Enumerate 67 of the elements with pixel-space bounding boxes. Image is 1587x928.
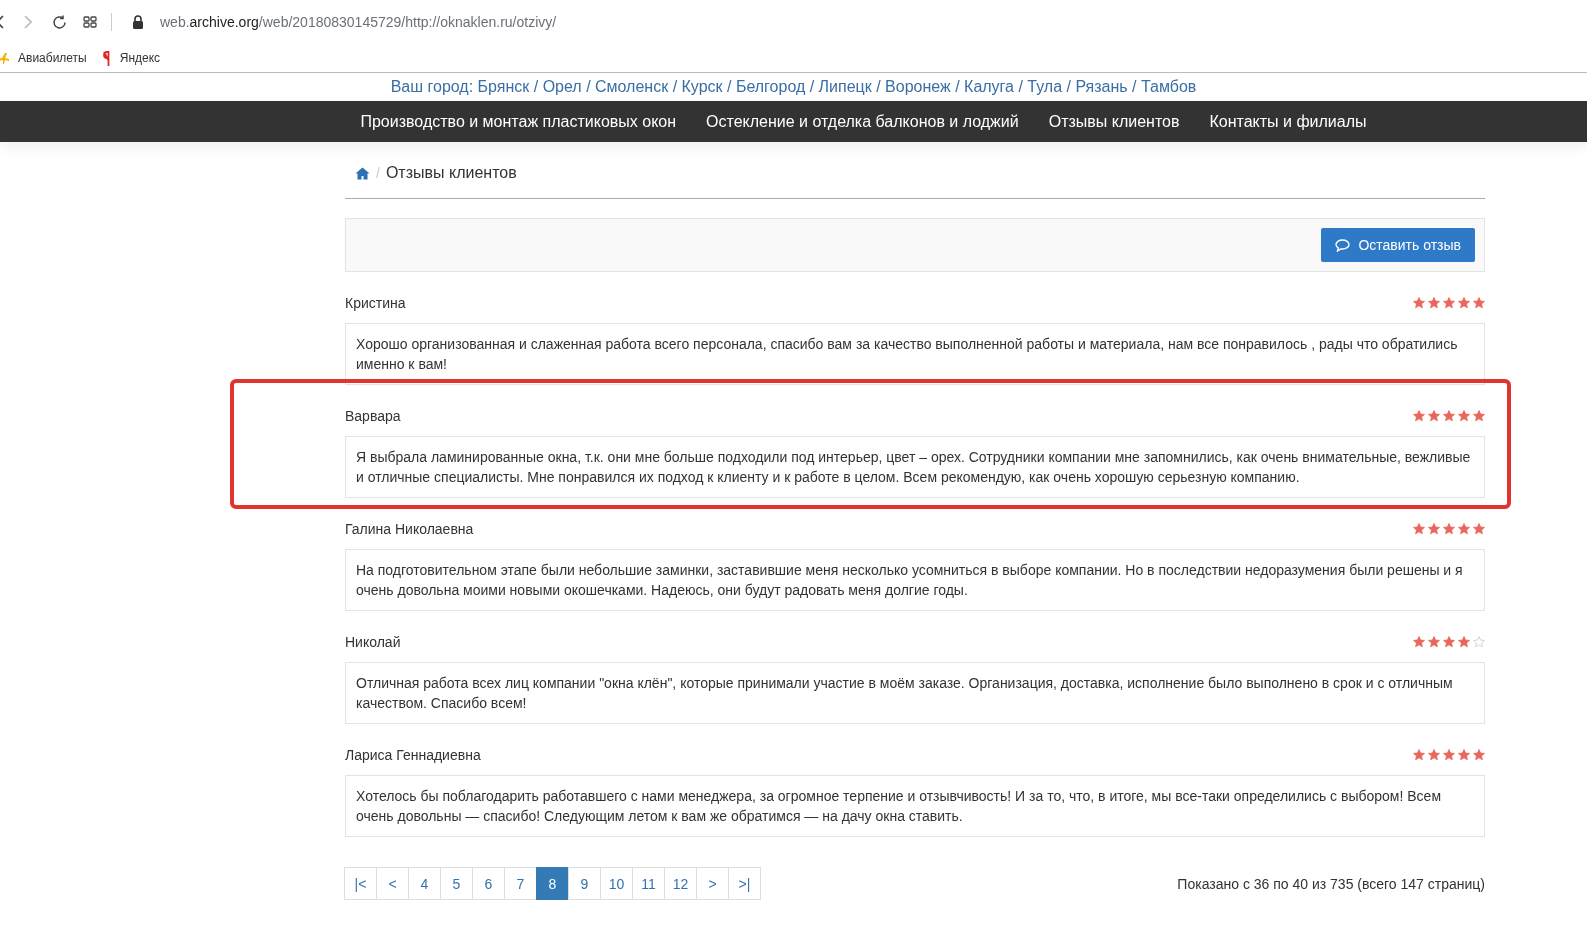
star-icon	[1443, 523, 1455, 535]
star-icon	[1443, 636, 1455, 648]
home-icon[interactable]	[355, 166, 370, 180]
star-icon	[1458, 297, 1470, 309]
speech-bubble-icon	[1335, 238, 1351, 252]
nav-link[interactable]: Отзывы клиентов	[1048, 112, 1180, 131]
star-icon	[1428, 523, 1440, 535]
star-icon	[1458, 749, 1470, 761]
page-link[interactable]: 6	[472, 867, 505, 900]
bookmark[interactable]: Авиабилеты	[0, 51, 87, 65]
grid-icon[interactable]	[83, 16, 97, 28]
star-icon	[1458, 410, 1470, 422]
star-icon	[1413, 749, 1425, 761]
star-icon	[1428, 297, 1440, 309]
star-icon	[1458, 523, 1470, 535]
reviewer-name: Николай	[345, 634, 401, 650]
lock-icon	[132, 15, 144, 29]
page-link[interactable]: >|	[728, 867, 761, 900]
airplane-icon	[0, 51, 10, 65]
review-text: Хорошо организованная и слаженная работа всего персонала, спасибо вам за качество выполненной работы и материала, нам все понравилось , рады что обратились именно к вам!	[345, 323, 1485, 385]
bookmark[interactable]: Яндекс	[102, 50, 161, 66]
page-link[interactable]: 11	[632, 867, 665, 900]
page-link[interactable]: 9	[568, 867, 601, 900]
reviewer-name: Лариса Геннадиевна	[345, 747, 481, 763]
page-link[interactable]: 7	[504, 867, 537, 900]
reload-icon[interactable]	[52, 14, 67, 30]
nav-link[interactable]: Производство и монтаж пластиковых окон	[360, 112, 677, 131]
results-summary: Показано с 36 по 40 из 735 (всего 147 страниц)	[1177, 875, 1485, 892]
nav-link[interactable]: Остекление и отделка балконов и лоджий	[706, 112, 1019, 131]
star-icon	[1458, 636, 1470, 648]
star-icon	[1428, 749, 1440, 761]
star-icon	[1413, 523, 1425, 535]
review-text: Я выбрала ламинированные окна, т.к. они мне больше подходили под интерьер, цвет – орех. Сотрудники компании мне запомнились, как очень внимательные, вежливые и отличные специалисты. Мне понравился их подход к клиенту и к работе в целом. Всем рекомендую, как очень хорошую серьезную компанию.	[345, 436, 1485, 498]
star-icon	[1443, 749, 1455, 761]
star-icon	[1473, 297, 1485, 309]
star-icon	[1473, 410, 1485, 422]
page-link[interactable]: 5	[440, 867, 473, 900]
page-link[interactable]: 10	[600, 867, 633, 900]
nav-link[interactable]: Контакты и филиалы	[1209, 112, 1367, 131]
reviewer-name: Кристина	[345, 295, 406, 311]
empty-star-icon	[1473, 636, 1485, 648]
page-link[interactable]: 12	[664, 867, 697, 900]
page-link[interactable]: |<	[344, 867, 377, 900]
reviewer-name: Варвара	[345, 408, 401, 424]
star-icon	[1473, 749, 1485, 761]
star-icon	[1413, 636, 1425, 648]
reviewer-name: Галина Николаевна	[345, 521, 474, 537]
review-text: Хотелось бы поблагодарить работавшего с нами менеджера, за огромное терпение и отзывчивость! И за то, что, в итоге, мы все-таки определились с выбором! Всем очень довольны — спасибо! Следующим летом к вам же обратимся — на дачу окна ставить.	[345, 775, 1485, 837]
star-icon	[1443, 297, 1455, 309]
yandex-logo-icon	[102, 50, 112, 66]
page-link[interactable]: 4	[408, 867, 441, 900]
star-icon	[1428, 410, 1440, 422]
star-icon	[1413, 297, 1425, 309]
leave-review-button[interactable]: Оставить отзыв	[1321, 228, 1475, 262]
breadcrumb-current: Отзывы клиентов	[385, 164, 517, 182]
page-link[interactable]: <	[376, 867, 409, 900]
page-link[interactable]: >	[696, 867, 729, 900]
city-list: Ваш город: Брянск / Орел / Смоленск / Курск / Белгород / Липецк / Воронеж / Калуга / Тула / Рязань / Тамбов	[390, 78, 1197, 96]
star-icon	[1428, 636, 1440, 648]
star-icon	[1413, 410, 1425, 422]
address-bar-url[interactable]: web.archive.org/web/20180830145729/http://oknaklen.ru/otzivy/	[160, 14, 557, 30]
breadcrumb-separator: /	[376, 165, 380, 181]
review-text: На подготовительном этапе были небольшие заминки, заставившие меня несколько усомниться в выборе компании. Но в последствии недоразумения были решены и я очень довольна моими новыми окошечками. Надеюсь, они будут радовать меня долгие годы.	[345, 549, 1485, 611]
review-text: Отличная работа всех лиц компании "окна клён", которые принимали участие в моём заказе. Организация, доставка, исполнение было выполнено в срок и с отличным качеством. Спасибо всем!	[345, 662, 1485, 724]
star-icon	[1443, 410, 1455, 422]
star-icon	[1473, 523, 1485, 535]
page-link[interactable]: 8	[536, 867, 569, 900]
